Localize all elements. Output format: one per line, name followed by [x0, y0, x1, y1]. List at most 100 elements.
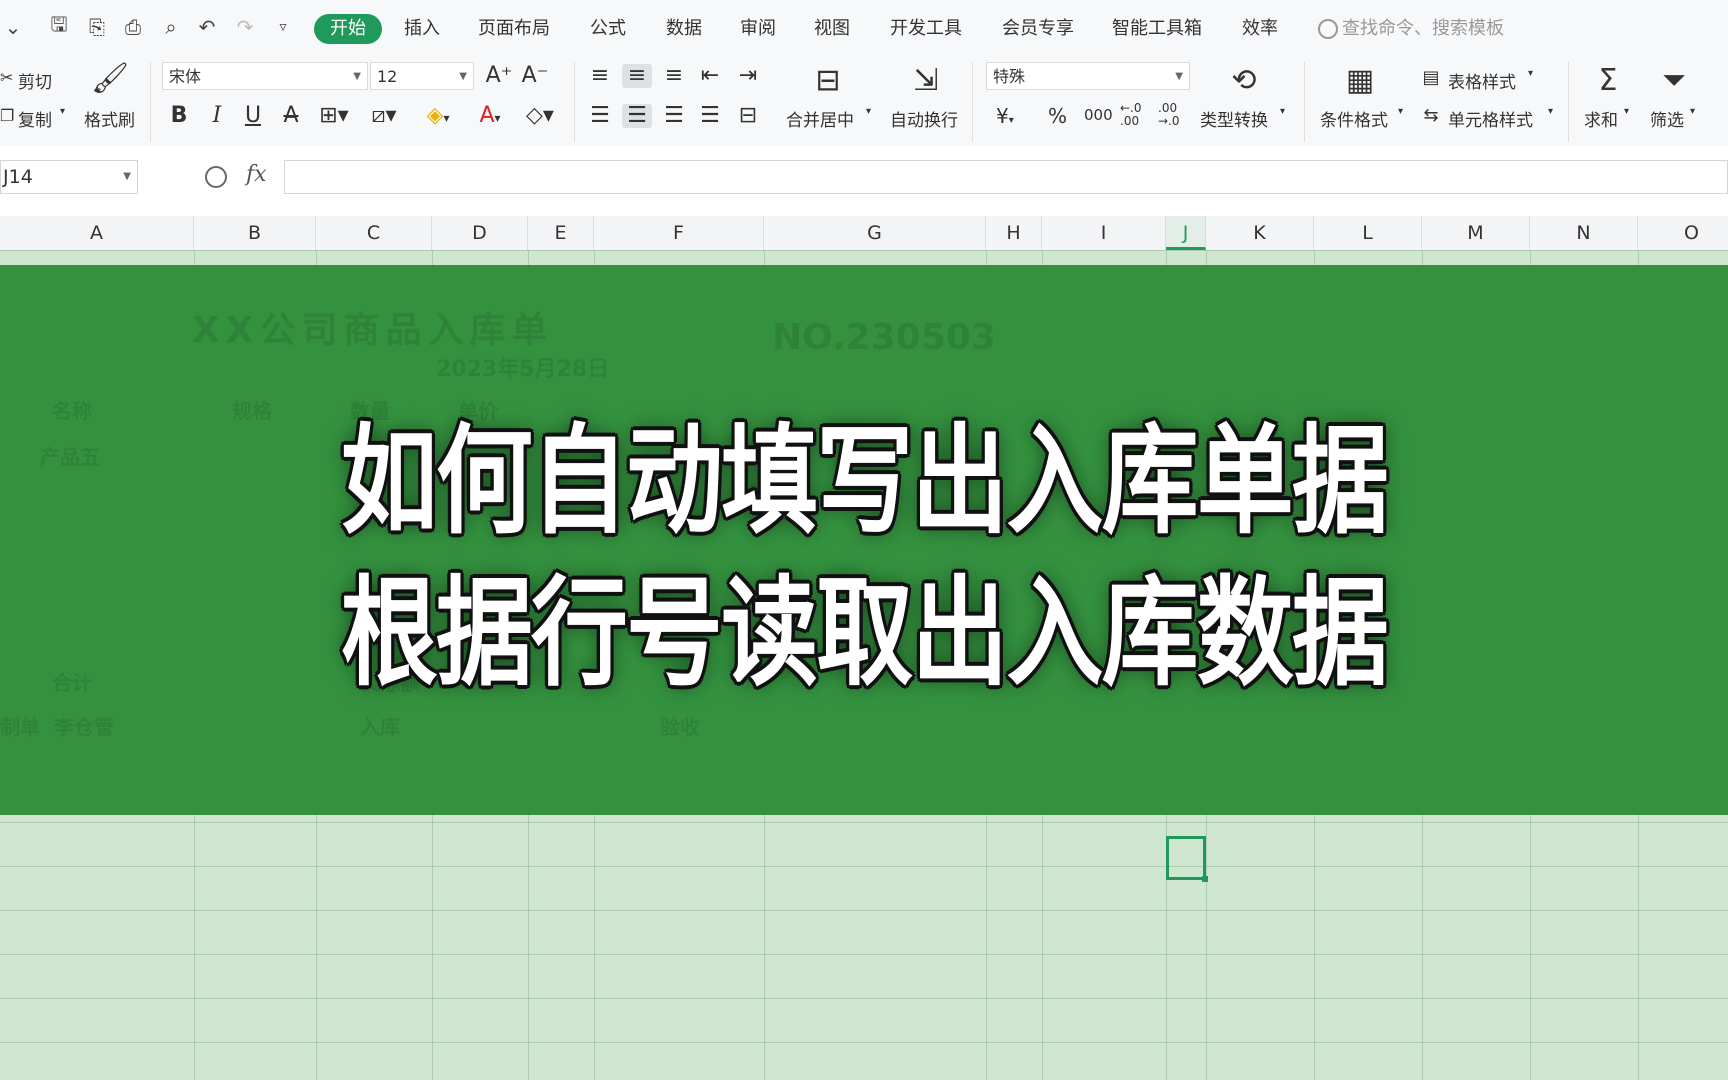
headline-line-2: 根据行号读取出入库数据 [340, 564, 1389, 702]
column-header-j[interactable]: J [1166, 216, 1206, 250]
tab-smart-toolbox[interactable]: 智能工具箱 [1112, 14, 1202, 44]
column-header-h[interactable]: H [986, 216, 1042, 250]
formula-input[interactable] [284, 160, 1728, 194]
column-header-c[interactable]: C [316, 216, 432, 250]
align-middle-icon[interactable]: ≡ [622, 64, 652, 88]
format-painter-icon[interactable]: 🖌 [90, 62, 130, 96]
column-header-d[interactable]: D [432, 216, 528, 250]
group-separator [574, 62, 575, 142]
increase-font-icon[interactable]: A⁺ [484, 64, 514, 88]
copy-dropdown-arrow[interactable]: ▾ [60, 106, 65, 117]
filter-icon[interactable]: ⏷ [1654, 64, 1694, 98]
column-header-e[interactable]: E [528, 216, 594, 250]
increase-indent-icon[interactable]: ⇥ [734, 64, 762, 88]
copy-button[interactable]: 复制 [18, 106, 52, 131]
tab-data[interactable]: 数据 [666, 14, 702, 44]
zoom-icon[interactable] [205, 166, 227, 188]
merge-center-icon[interactable]: ⊟ [808, 64, 848, 98]
cut-button[interactable]: 剪切 [18, 68, 52, 93]
active-cell-j14[interactable] [1166, 836, 1208, 882]
conditional-format-button[interactable]: 条件格式 [1320, 106, 1388, 131]
column-header-i[interactable]: I [1042, 216, 1166, 250]
increase-decimal-button[interactable]: ←.0 .00 [1120, 102, 1142, 128]
column-header-l[interactable]: L [1314, 216, 1422, 250]
sheet-title: XX公司商品入库单 [192, 310, 554, 351]
sum-icon[interactable]: Σ [1588, 64, 1628, 98]
column-header-f[interactable]: F [594, 216, 764, 250]
sum-dropdown-arrow[interactable]: ▾ [1624, 106, 1629, 117]
tab-page-layout[interactable]: 页面布局 [478, 14, 550, 44]
type-convert-dropdown-arrow[interactable]: ▾ [1280, 106, 1285, 117]
redo-icon[interactable]: ↷ [232, 14, 258, 40]
fill-pattern-icon[interactable]: ⧄▾ [364, 104, 404, 128]
column-header-o[interactable]: O [1638, 216, 1728, 250]
command-search[interactable]: 查找命令、搜索模板 [1318, 14, 1504, 44]
table-style-dropdown-arrow[interactable]: ▾ [1528, 68, 1533, 79]
column-header-b[interactable]: B [194, 216, 316, 250]
merge-dropdown-arrow[interactable]: ▾ [866, 106, 871, 117]
tab-formulas[interactable]: 公式 [590, 14, 626, 44]
type-convert-button[interactable]: 类型转换 [1200, 106, 1268, 131]
decrease-indent-icon[interactable]: ⇤ [696, 64, 724, 88]
align-center-icon[interactable]: ☰ [622, 104, 652, 128]
save-icon[interactable]: 🖫 [46, 12, 72, 40]
number-format-select[interactable]: 特殊 ▼ [986, 62, 1190, 90]
wrap-text-icon[interactable]: ⇲ [906, 64, 946, 98]
print-icon[interactable]: ⎙ [120, 14, 146, 40]
name-box[interactable]: J14 ▼ [0, 160, 138, 194]
underline-icon[interactable]: U [240, 104, 266, 128]
tab-developer[interactable]: 开发工具 [890, 14, 962, 44]
column-header-g[interactable]: G [764, 216, 986, 250]
type-convert-icon[interactable]: ⟲ [1224, 64, 1264, 98]
filter-dropdown-arrow[interactable]: ▾ [1690, 106, 1695, 117]
tab-review[interactable]: 审阅 [740, 14, 776, 44]
strikethrough-icon[interactable]: A [278, 104, 304, 128]
decrease-font-icon[interactable]: A⁻ [520, 64, 550, 88]
tab-insert[interactable]: 插入 [404, 14, 440, 44]
cell-style-button[interactable]: 单元格样式 [1448, 106, 1533, 131]
align-bottom-icon[interactable]: ≡ [660, 64, 688, 88]
clear-format-icon[interactable]: ◇▾ [520, 104, 560, 128]
merge-center-button[interactable]: 合并居中 [786, 106, 854, 131]
wrap-text-button[interactable]: 自动换行 [890, 106, 958, 131]
justify-icon[interactable]: ☰ [696, 104, 724, 128]
font-size-select[interactable]: 12 ▼ [370, 62, 474, 90]
copy-icon: ❐ [0, 106, 15, 125]
italic-icon[interactable]: I [204, 104, 230, 128]
conditional-format-icon[interactable]: ▦ [1340, 64, 1380, 98]
table-style-button[interactable]: 表格样式 [1448, 68, 1516, 93]
align-top-icon[interactable]: ≡ [586, 64, 614, 88]
cell-style-dropdown-arrow[interactable]: ▾ [1548, 106, 1553, 117]
decrease-decimal-button[interactable]: .00 →.0 [1158, 102, 1180, 128]
dropdown-chevron-icon[interactable]: ⌄ [0, 14, 26, 40]
tab-member[interactable]: 会员专享 [1002, 14, 1074, 44]
filter-button[interactable]: 筛选 [1650, 106, 1684, 131]
undo-icon[interactable]: ↶ [194, 14, 220, 40]
format-painter-button[interactable]: 格式刷 [84, 106, 135, 131]
column-header-m[interactable]: M [1422, 216, 1530, 250]
menu-bar: ⌄ 🖫 ⎘ ⎙ ⌕ ↶ ↷ ▿ 开始 插入 页面布局 公式 数据 审阅 视图 开… [0, 0, 1728, 56]
fx-icon[interactable]: fx [246, 162, 267, 187]
export-icon[interactable]: ⎘ [84, 14, 110, 40]
font-color-icon[interactable]: A▾ [470, 104, 510, 130]
currency-button[interactable]: ¥▾ [996, 104, 1014, 128]
tab-view[interactable]: 视图 [814, 14, 850, 44]
customize-quick-access-icon[interactable]: ▿ [270, 14, 296, 40]
column-header-n[interactable]: N [1530, 216, 1638, 250]
distributed-align-icon[interactable]: ⊟ [734, 104, 762, 128]
align-right-icon[interactable]: ☰ [660, 104, 688, 128]
font-name-select[interactable]: 宋体 ▼ [162, 62, 368, 90]
sum-button[interactable]: 求和 [1584, 106, 1618, 131]
fill-color-icon[interactable]: ◈▾ [418, 104, 458, 130]
thousands-button[interactable]: 000 [1084, 106, 1113, 124]
percent-button[interactable]: % [1048, 104, 1067, 128]
bold-icon[interactable]: B [166, 104, 192, 128]
column-header-k[interactable]: K [1206, 216, 1314, 250]
tab-start[interactable]: 开始 [314, 14, 382, 44]
tab-efficiency[interactable]: 效率 [1242, 14, 1278, 44]
align-left-icon[interactable]: ☰ [586, 104, 614, 128]
column-header-a[interactable]: A [0, 216, 194, 250]
border-icon[interactable]: ⊞▾ [314, 104, 354, 128]
print-preview-icon[interactable]: ⌕ [158, 14, 184, 40]
conditional-format-dropdown-arrow[interactable]: ▾ [1398, 106, 1403, 117]
